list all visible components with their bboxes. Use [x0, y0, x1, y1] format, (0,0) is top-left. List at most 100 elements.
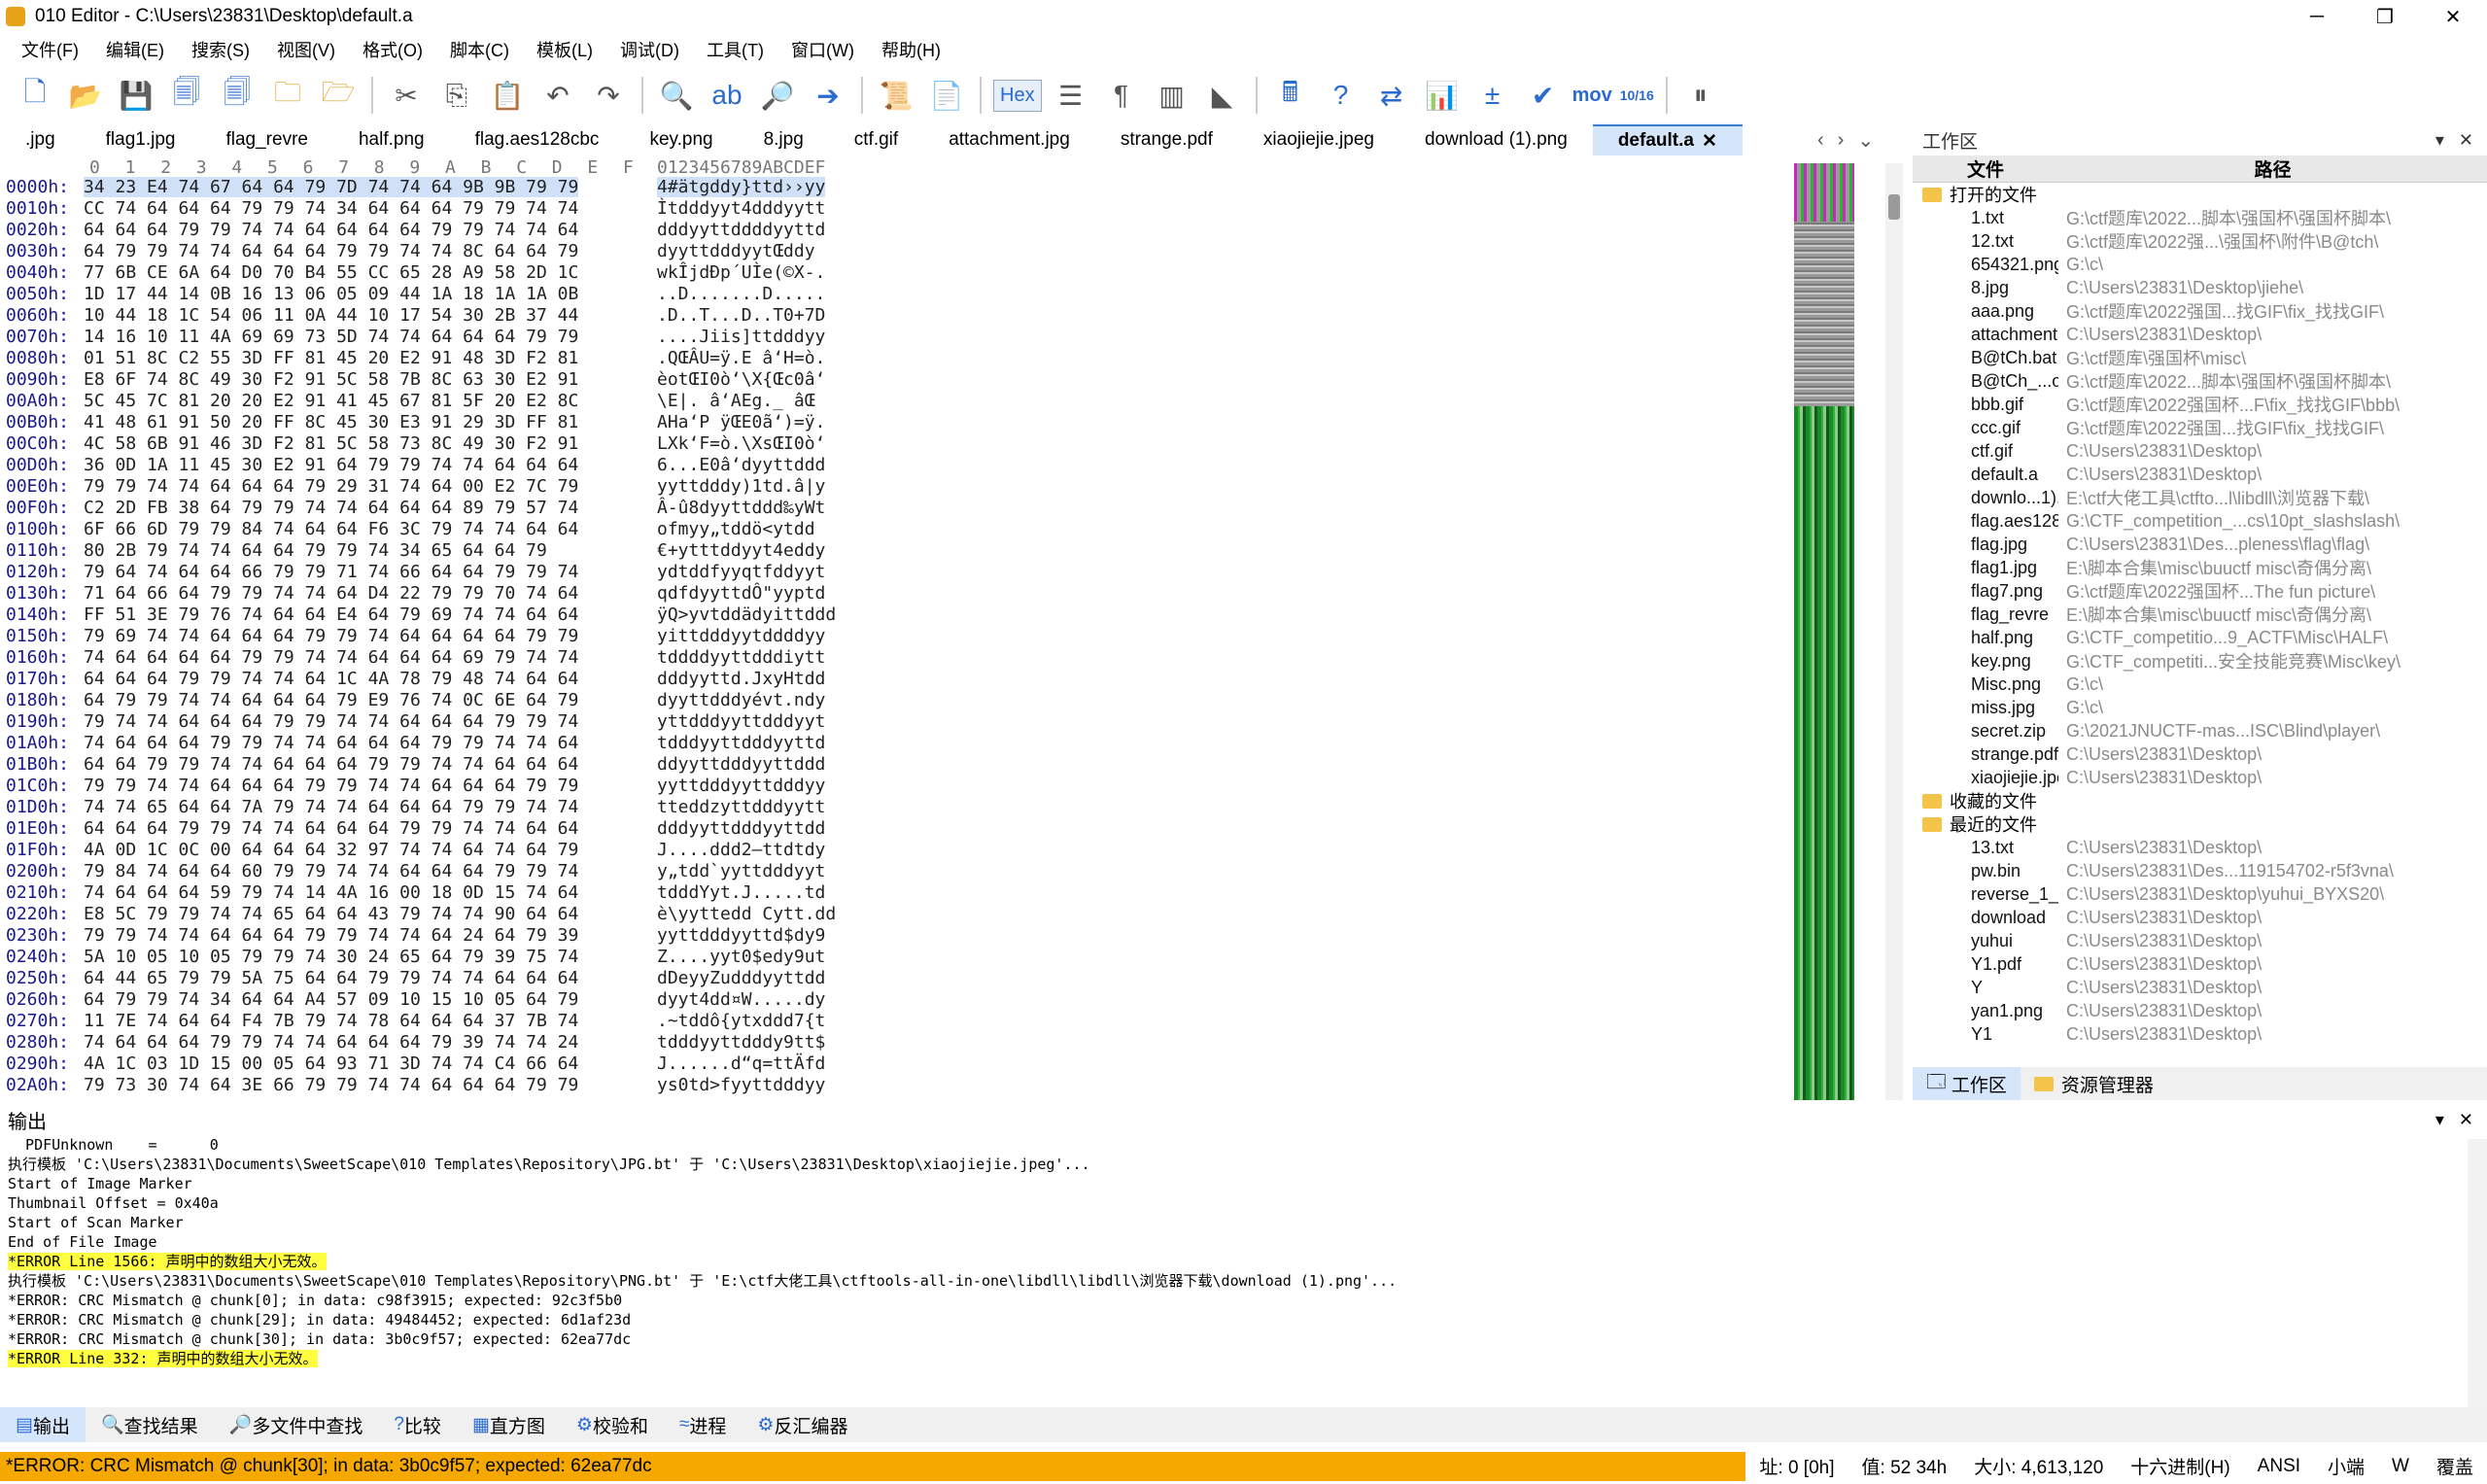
workspace-file-item[interactable]: Y C:\Users\23831\Desktop\: [1913, 976, 2487, 999]
status-mode[interactable]: 十六进制(H): [2117, 1453, 2243, 1479]
row-ascii[interactable]: yyttdddyyttd$dy9: [657, 925, 825, 946]
output-scrollbar[interactable]: [2468, 1139, 2487, 1407]
row-hex-bytes[interactable]: 11 7E 74 64 64 F4 7B 79 74 78 64 64 64 3…: [84, 1011, 578, 1031]
row-ascii[interactable]: èotŒI0ò‘\X{Œc0â‘: [657, 369, 825, 390]
cut-icon[interactable]: ✂: [385, 74, 428, 117]
workspace-file-item[interactable]: flag.jpg C:\Users\23831\Des...pleness\fla…: [1913, 533, 2487, 556]
compare-icon[interactable]: ⇄: [1370, 74, 1413, 117]
row-hex-bytes[interactable]: 79 69 74 74 64 64 64 79 79 74 64 64 64 6…: [84, 626, 578, 646]
operations-icon[interactable]: ±: [1471, 74, 1514, 117]
group-open-files[interactable]: 打开的文件: [1913, 183, 2487, 206]
workspace-file-item[interactable]: downlo...1).png E:\ctf大佬工具\ctfto...l\libd…: [1913, 486, 2487, 509]
row-hex-bytes[interactable]: 6F 66 6D 79 79 84 74 64 64 F6 3C 79 74 7…: [84, 519, 578, 539]
calculator-icon[interactable]: 🖩: [1269, 74, 1312, 117]
row-ascii[interactable]: ....Jiis]ttdddyy: [657, 327, 825, 347]
row-hex-bytes[interactable]: 74 74 65 64 64 7A 79 74 74 64 64 64 79 7…: [84, 797, 578, 817]
row-ascii[interactable]: AHa‘P ÿŒE0ã‘)=ÿ.: [657, 412, 825, 432]
row-hex-bytes[interactable]: 64 79 79 74 74 64 64 64 79 79 74 74 8C 6…: [84, 241, 578, 261]
paste-icon[interactable]: 📋: [486, 74, 529, 117]
file-tab[interactable]: .jpg: [0, 124, 81, 155]
row-hex-bytes[interactable]: E8 5C 79 79 74 74 65 64 64 43 79 74 74 9…: [84, 904, 578, 924]
workspace-file-item[interactable]: yan1.png C:\Users\23831\Desktop\: [1913, 999, 2487, 1022]
workspace-file-item[interactable]: B@tCh_...on.bat G:\ctf题库\2022...脚本\强国杯\强国…: [1913, 369, 2487, 393]
workspace-file-item[interactable]: Y1 C:\Users\23831\Desktop\: [1913, 1022, 2487, 1046]
hex-editor[interactable]: 0 1 2 3 4 5 6 7 8 9 A B C D E F 0123456789ABCDEF 0000h: 3…: [0, 155, 1905, 1100]
redo-icon[interactable]: ↷: [587, 74, 630, 117]
workspace-file-item[interactable]: Misc.png G:\c\: [1913, 673, 2487, 696]
goto-icon[interactable]: ➔: [807, 74, 849, 117]
tab-workspace[interactable]: 🗔 工作区: [1913, 1067, 2021, 1100]
panel-controls[interactable]: ▾ ✕: [2435, 130, 2473, 151]
file-tab[interactable]: half.png: [333, 124, 450, 155]
workspace-file-item[interactable]: flag_revre E:\脚本合集\misc\buuctf misc\奇偶分离\: [1913, 603, 2487, 626]
row-ascii[interactable]: ydtddfyyqtfddyyt: [657, 562, 825, 582]
row-hex-bytes[interactable]: CC 74 64 64 64 79 79 74 34 64 64 64 79 7…: [84, 198, 578, 219]
menu-item[interactable]: 模板(L): [523, 37, 606, 62]
find-icon[interactable]: 🔍: [655, 74, 698, 117]
row-hex-bytes[interactable]: 74 64 64 64 64 79 79 74 74 64 64 64 69 7…: [84, 647, 578, 668]
undo-icon[interactable]: ↶: [536, 74, 579, 117]
save-as-icon[interactable]: 🗐: [165, 74, 208, 117]
bottom-tab[interactable]: ⚙ 校验和: [561, 1407, 664, 1442]
row-hex-bytes[interactable]: 79 73 30 74 64 3E 66 79 79 74 74 64 64 6…: [84, 1075, 578, 1095]
menu-item[interactable]: 文件(F): [8, 37, 92, 62]
row-ascii[interactable]: .~tddô{ytxddd7{t: [657, 1011, 825, 1031]
workspace-file-item[interactable]: attachment.jpg C:\Users\23831\Desktop\: [1913, 323, 2487, 346]
mov-label[interactable]: mov: [1572, 85, 1612, 107]
file-tab[interactable]: attachment.jpg: [923, 124, 1095, 155]
workspace-file-item[interactable]: 13.txt C:\Users\23831\Desktop\: [1913, 836, 2487, 859]
workspace-file-item[interactable]: 12.txt G:\ctf题库\2022强...\强国杯\附件\B@tch\: [1913, 229, 2487, 253]
bottom-tab[interactable]: ▦ 直方图: [457, 1407, 561, 1442]
row-hex-bytes[interactable]: 80 2B 79 74 74 64 64 79 79 74 34 65 64 6…: [84, 540, 547, 561]
inspector-icon[interactable]: ?: [1320, 74, 1363, 117]
maximize-button[interactable]: ❐: [2351, 0, 2419, 33]
file-tab[interactable]: download (1).png: [1399, 124, 1593, 155]
row-hex-bytes[interactable]: 64 79 79 74 74 64 64 64 79 E9 76 74 0C 6…: [84, 690, 578, 710]
row-hex-bytes[interactable]: 01 51 8C C2 55 3D FF 81 45 20 E2 91 48 3…: [84, 348, 578, 368]
workspace-file-item[interactable]: half.png G:\CTF_competitio...9_ACTF\Misc\…: [1913, 626, 2487, 649]
column-path[interactable]: 路径: [2058, 155, 2487, 182]
row-ascii[interactable]: tddddyyttdddiytt: [657, 647, 825, 668]
save-icon[interactable]: 💾: [115, 74, 157, 117]
row-hex-bytes[interactable]: 64 64 79 79 74 74 64 64 64 79 79 74 74 6…: [84, 754, 578, 775]
menu-item[interactable]: 窗口(W): [777, 37, 868, 62]
tab-prev-icon[interactable]: ‹: [1817, 129, 1824, 152]
bottom-tab[interactable]: 🔎 多文件中查找: [214, 1407, 379, 1442]
hex-mode-button[interactable]: Hex: [993, 79, 1042, 112]
tab-next-icon[interactable]: ›: [1838, 129, 1845, 152]
workspace-file-item[interactable]: ccc.gif G:\ctf题库\2022强国...找GIF\fix_找找GIF\: [1913, 416, 2487, 439]
group-recent-files[interactable]: 最近的文件: [1913, 812, 2487, 836]
row-ascii[interactable]: wkÎjdÐp´UÌe(©X-.: [657, 262, 825, 283]
tab-explorer[interactable]: 资源管理器: [2021, 1067, 2167, 1100]
row-hex-bytes[interactable]: 71 64 66 64 79 79 74 74 64 D4 22 79 79 7…: [84, 583, 578, 604]
save-all-icon[interactable]: 🗐: [216, 74, 259, 117]
row-hex-bytes[interactable]: 4C 58 6B 91 46 3D F2 81 5C 58 73 8C 49 3…: [84, 433, 578, 454]
menu-item[interactable]: 帮助(H): [868, 37, 954, 62]
file-tab[interactable]: ctf.gif: [829, 124, 923, 155]
status-value[interactable]: 值: 52 34h: [1848, 1453, 1961, 1479]
workspace-file-item[interactable]: flag1.jpg E:\脚本合集\misc\buuctf misc\奇偶分离\: [1913, 556, 2487, 579]
bottom-tab[interactable]: ≈ 进程: [664, 1407, 742, 1442]
row-ascii[interactable]: dyyt4dd¤W.....dy: [657, 989, 825, 1010]
bottom-tab[interactable]: ? 比较: [378, 1407, 457, 1442]
run-script-icon[interactable]: 📜: [875, 74, 917, 117]
row-hex-bytes[interactable]: 36 0D 1A 11 45 30 E2 91 64 79 79 74 74 6…: [84, 455, 578, 475]
row-hex-bytes[interactable]: 74 64 64 64 79 79 74 74 64 64 64 79 39 7…: [84, 1032, 578, 1053]
row-ascii[interactable]: .D..T...D..T0+7D: [657, 305, 825, 326]
minimize-button[interactable]: ─: [2283, 0, 2351, 33]
workspace-file-item[interactable]: ctf.gif C:\Users\23831\Desktop\: [1913, 439, 2487, 463]
row-ascii[interactable]: Z....yyt0$edy9ut: [657, 947, 825, 967]
menu-item[interactable]: 视图(V): [263, 37, 349, 62]
row-hex-bytes[interactable]: 4A 1C 03 1D 15 00 05 64 93 71 3D 74 74 C…: [84, 1053, 578, 1074]
file-tab[interactable]: strange.pdf: [1095, 124, 1238, 155]
row-hex-bytes[interactable]: 77 6B CE 6A 64 D0 70 B4 55 CC 65 28 A9 5…: [84, 262, 578, 283]
row-ascii[interactable]: Â-û8dyyttddd‰yWt: [657, 498, 825, 518]
row-hex-bytes[interactable]: 79 79 74 74 64 64 64 79 79 74 74 64 64 6…: [84, 776, 578, 796]
row-hex-bytes[interactable]: 74 64 64 64 59 79 74 14 4A 16 00 18 0D 1…: [84, 882, 578, 903]
row-ascii[interactable]: tdddYyt.J.....td: [657, 882, 825, 903]
row-ascii[interactable]: J......d“q=ttÄfd: [657, 1053, 825, 1074]
row-hex-bytes[interactable]: C2 2D FB 38 64 79 79 74 74 64 64 64 89 7…: [84, 498, 578, 518]
row-ascii[interactable]: ddyyttdddyyttddd: [657, 754, 825, 775]
menu-item[interactable]: 工具(T): [693, 37, 777, 62]
run-template-icon[interactable]: 📄: [925, 74, 968, 117]
